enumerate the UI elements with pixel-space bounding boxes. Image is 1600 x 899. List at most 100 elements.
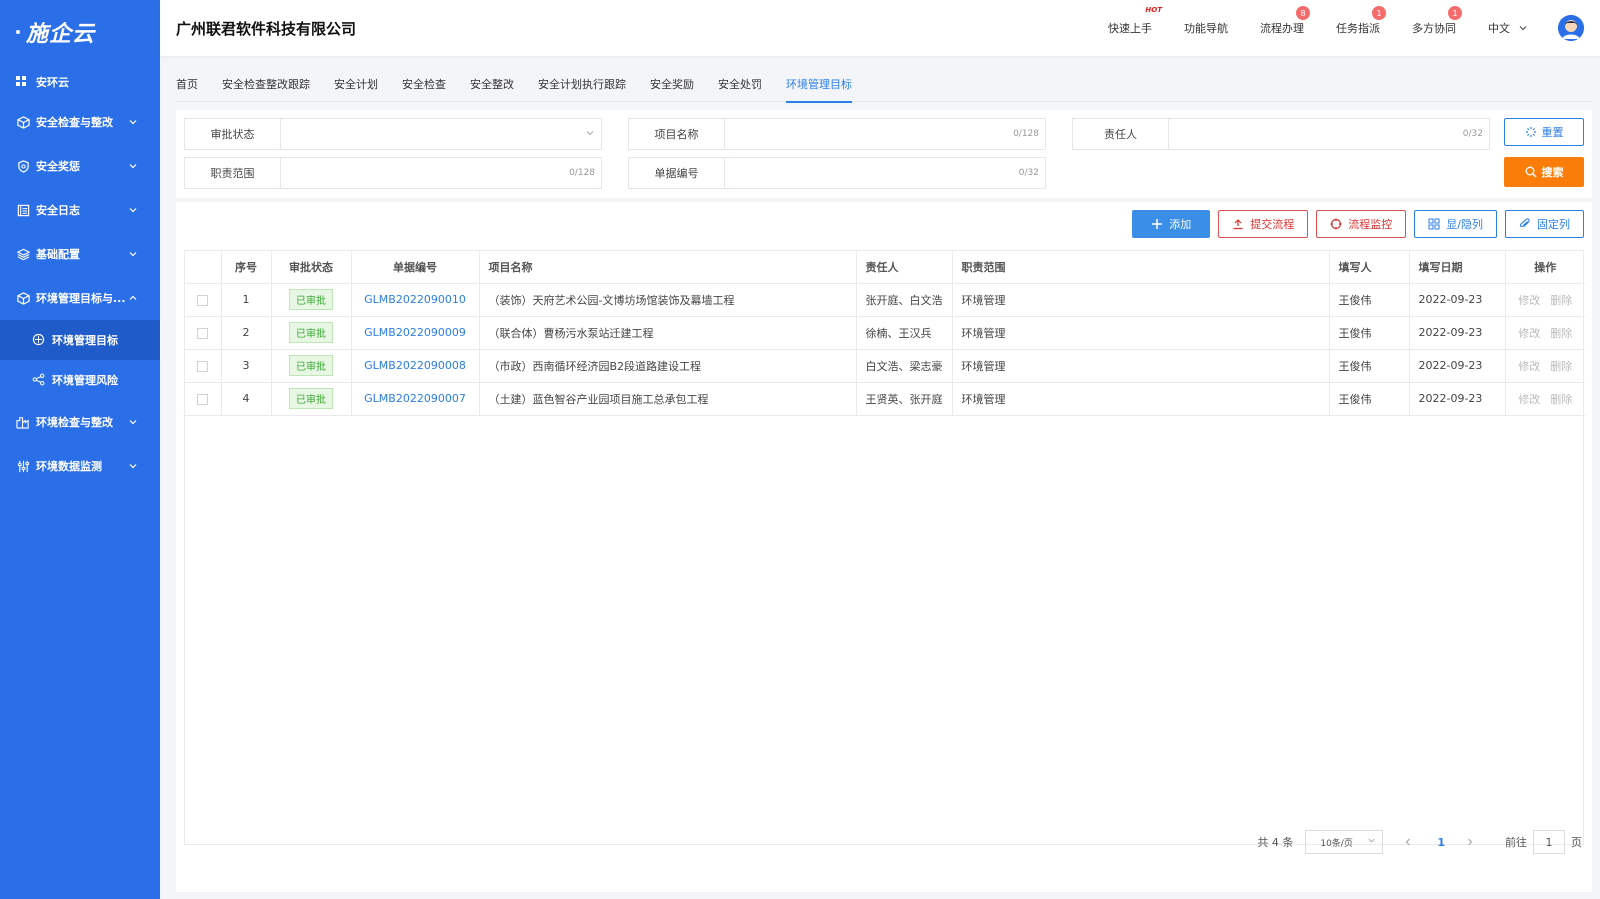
next-page-icon[interactable] — [1465, 837, 1475, 847]
doc-no-field[interactable]: 单据编号 0/32 — [628, 157, 1046, 189]
reset-button[interactable]: 重置 — [1504, 118, 1584, 146]
feature-nav-link[interactable]: 功能导航 — [1184, 20, 1228, 36]
delete-button[interactable]: 删除 — [1550, 327, 1572, 340]
col-header-ops: 操作 — [1505, 251, 1585, 284]
tab-home[interactable]: 首页 — [176, 66, 198, 102]
table-panel: 添加 提交流程 流程监控 显/隐列 固定列 序号 审批状态 单据编号 项目名称 … — [176, 202, 1592, 892]
language-select[interactable]: 中文 — [1488, 20, 1528, 36]
logo[interactable]: 施企云 — [0, 0, 160, 64]
doc-link[interactable]: GLMB2022090007 — [364, 392, 466, 405]
page-size-select[interactable]: 10条/页 — [1305, 830, 1384, 854]
cell-doc: GLMB2022090008 — [351, 349, 480, 383]
nav-label: 环境检查与整改 — [36, 416, 113, 429]
avatar[interactable] — [1558, 15, 1584, 41]
edit-button[interactable]: 修改 — [1518, 327, 1540, 340]
nav-safety-log[interactable]: 安全日志 — [0, 188, 160, 232]
cell-date: 2022-09-23 — [1409, 349, 1506, 383]
cell-project: （土建）蓝色智谷产业园项目施工总承包工程 — [479, 382, 857, 416]
project-name-input[interactable]: 0/128 — [725, 119, 1045, 149]
doc-link[interactable]: GLMB2022090009 — [364, 326, 466, 339]
tab-env-goal[interactable]: 环境管理目标 — [786, 66, 852, 103]
status-badge: 已审批 — [289, 355, 333, 376]
scope-field[interactable]: 职责范围 0/128 — [184, 157, 602, 189]
cell-status: 已审批 — [271, 349, 352, 383]
logo-dot — [16, 30, 20, 34]
cell-writer: 王俊伟 — [1329, 349, 1410, 383]
tab-safety-reward[interactable]: 安全奖励 — [650, 66, 694, 102]
nav-label: 基础配置 — [36, 248, 80, 261]
nav-safety-rewards[interactable]: 安全奖惩 — [0, 144, 160, 188]
nav-env-goal-group[interactable]: 环境管理目标与... — [0, 276, 160, 320]
goto-page-input[interactable]: 1 — [1533, 830, 1565, 854]
checkbox[interactable] — [197, 327, 209, 339]
quick-start-link[interactable]: 快速上手 HOT — [1108, 6, 1162, 36]
hot-tag: HOT — [1145, 6, 1162, 14]
shield-icon — [16, 159, 30, 173]
process-link[interactable]: 流程办理 8 — [1260, 6, 1310, 36]
delete-button[interactable]: 删除 — [1550, 294, 1572, 307]
project-name-field[interactable]: 项目名称 0/128 — [628, 118, 1046, 150]
process-monitor-button[interactable]: 流程监控 — [1316, 210, 1407, 238]
cell-project: （装饰）天府艺术公园-文博坊场馆装饰及幕墙工程 — [479, 283, 857, 317]
plus-icon — [1151, 218, 1163, 230]
cell-writer: 王俊伟 — [1329, 382, 1410, 416]
search-button[interactable]: 搜索 — [1504, 157, 1584, 187]
tab-plan-execution[interactable]: 安全计划执行跟踪 — [538, 66, 626, 102]
nav-home-anhuanyun[interactable]: 安环云 — [0, 64, 160, 100]
approval-status-select[interactable] — [281, 119, 601, 149]
nav-env-monitoring[interactable]: 环境数据监测 — [0, 444, 160, 488]
tab-safety-rectify[interactable]: 安全整改 — [470, 66, 514, 102]
doc-no-input[interactable]: 0/32 — [725, 158, 1045, 188]
prev-page-icon[interactable] — [1403, 837, 1413, 847]
toggle-columns-button[interactable]: 显/隐列 — [1414, 210, 1497, 238]
checkbox[interactable] — [197, 360, 209, 372]
tab-safety-check[interactable]: 安全检查 — [402, 66, 446, 102]
owner-input[interactable]: 0/32 — [1169, 119, 1489, 149]
nav-env-inspection[interactable]: 环境检查与整改 — [0, 400, 160, 444]
nav-safety-inspection[interactable]: 安全检查与整改 — [0, 100, 160, 144]
delete-button[interactable]: 删除 — [1550, 393, 1572, 406]
cell-scope: 环境管理 — [952, 349, 1330, 383]
checkbox[interactable] — [197, 393, 209, 405]
tab-safety-penalty[interactable]: 安全处罚 — [718, 66, 762, 102]
reset-label: 重置 — [1541, 126, 1564, 139]
edit-button[interactable]: 修改 — [1518, 360, 1540, 373]
add-label: 添加 — [1169, 218, 1192, 231]
chevron-down-icon — [128, 249, 138, 259]
logo-text: 施企云 — [26, 22, 96, 47]
sub-label: 环境管理目标 — [52, 334, 118, 347]
collaboration-link[interactable]: 多方协同 1 — [1412, 6, 1462, 36]
task-assign-link[interactable]: 任务指派 1 — [1336, 6, 1386, 36]
upload-icon — [1232, 218, 1244, 230]
row-checkbox[interactable] — [185, 316, 222, 350]
nav-label: 安全日志 — [36, 204, 80, 217]
edit-button[interactable]: 修改 — [1518, 393, 1540, 406]
sidebar-item-env-goal[interactable]: 环境管理目标 — [0, 320, 160, 360]
doc-link[interactable]: GLMB2022090008 — [364, 359, 466, 372]
delete-button[interactable]: 删除 — [1550, 360, 1572, 373]
doc-link[interactable]: GLMB2022090010 — [364, 293, 466, 306]
row-checkbox[interactable] — [185, 283, 222, 317]
current-page[interactable]: 1 — [1437, 836, 1445, 849]
scope-input[interactable]: 0/128 — [281, 158, 601, 188]
filter-panel: 审批状态 项目名称 0/128 责任人 0/32 职责范围 0/128 单据编号… — [176, 110, 1592, 198]
sidebar-item-env-risk[interactable]: 环境管理风险 — [0, 360, 160, 400]
nav-base-config[interactable]: 基础配置 — [0, 232, 160, 276]
cell-project: （联合体）曹杨污水泵站迁建工程 — [479, 316, 857, 350]
checkbox[interactable] — [197, 294, 209, 306]
row-checkbox[interactable] — [185, 382, 222, 416]
submit-process-button[interactable]: 提交流程 — [1218, 210, 1309, 238]
notification-badge: 8 — [1296, 6, 1310, 20]
tab-safety-tracking[interactable]: 安全检查整改跟踪 — [222, 66, 310, 102]
tab-safety-plan[interactable]: 安全计划 — [334, 66, 378, 102]
pin-columns-button[interactable]: 固定列 — [1505, 210, 1584, 238]
approval-status-field[interactable]: 审批状态 — [184, 118, 602, 150]
cell-project: （市政）西南循环经济园B2段道路建设工程 — [479, 349, 857, 383]
add-button[interactable]: 添加 — [1132, 210, 1211, 238]
sliders-icon — [16, 459, 30, 473]
row-checkbox[interactable] — [185, 349, 222, 383]
pin-columns-label: 固定列 — [1537, 218, 1570, 231]
owner-field[interactable]: 责任人 0/32 — [1072, 118, 1490, 150]
crosshair-icon — [1330, 218, 1342, 230]
edit-button[interactable]: 修改 — [1518, 294, 1540, 307]
